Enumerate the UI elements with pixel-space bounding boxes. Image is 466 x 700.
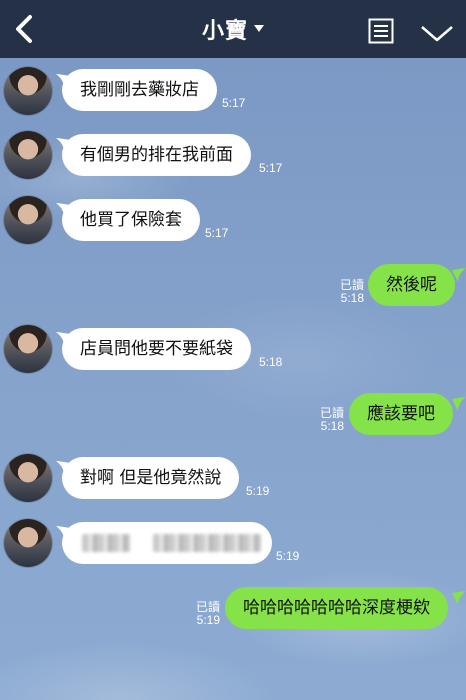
avatar[interactable]: [4, 196, 52, 244]
message-bubble[interactable]: 我剛剛去藥妝店: [62, 69, 217, 111]
message-bubble[interactable]: 對啊 但是他竟然說: [62, 457, 240, 499]
back-button[interactable]: [8, 10, 40, 48]
redacted-text: [82, 534, 130, 552]
avatar[interactable]: [4, 519, 52, 567]
list-icon: [368, 18, 394, 44]
chat-header: 小寶: [0, 0, 466, 58]
bubble-tail: [452, 591, 466, 605]
message-bubble[interactable]: 哈哈哈哈哈哈哈深度梗欸: [225, 587, 448, 629]
message-meta: 已讀 5:18: [300, 407, 344, 433]
message-meta: 已讀 5:19: [176, 601, 220, 627]
message-bubble-redacted[interactable]: [62, 522, 272, 564]
message-time: 5:19: [246, 484, 270, 498]
message-time: 5:17: [259, 161, 283, 175]
message-bubble[interactable]: 他買了保險套: [62, 199, 200, 241]
message-time: 5:17: [222, 96, 246, 110]
bubble-tail: [452, 268, 466, 282]
message-meta: 已讀 5:18: [320, 279, 364, 305]
message-time: 5:17: [205, 226, 229, 240]
avatar[interactable]: [4, 325, 52, 373]
avatar[interactable]: [4, 454, 52, 502]
message-bubble[interactable]: 應該要吧: [349, 393, 453, 435]
message-time: 5:19: [276, 549, 300, 563]
message-bubble[interactable]: 店員問他要不要紙袋: [62, 328, 251, 370]
bubble-tail: [452, 397, 466, 411]
chevron-left-icon: [16, 15, 32, 43]
message-time: 5:18: [259, 355, 283, 369]
redacted-text: [152, 534, 261, 552]
more-button[interactable]: [420, 22, 454, 44]
chat-title[interactable]: 小寶: [202, 13, 248, 45]
chevron-down-icon: [421, 26, 453, 42]
message-time: 5:18: [340, 291, 364, 305]
message-bubble[interactable]: 有個男的排在我前面: [62, 134, 251, 176]
message-time: 5:18: [320, 419, 344, 433]
avatar[interactable]: [4, 131, 52, 179]
message-bubble[interactable]: 然後呢: [368, 264, 455, 306]
avatar[interactable]: [4, 67, 52, 115]
menu-button[interactable]: [368, 18, 394, 44]
caret-down-icon[interactable]: [254, 25, 264, 33]
message-time: 5:19: [196, 613, 220, 627]
